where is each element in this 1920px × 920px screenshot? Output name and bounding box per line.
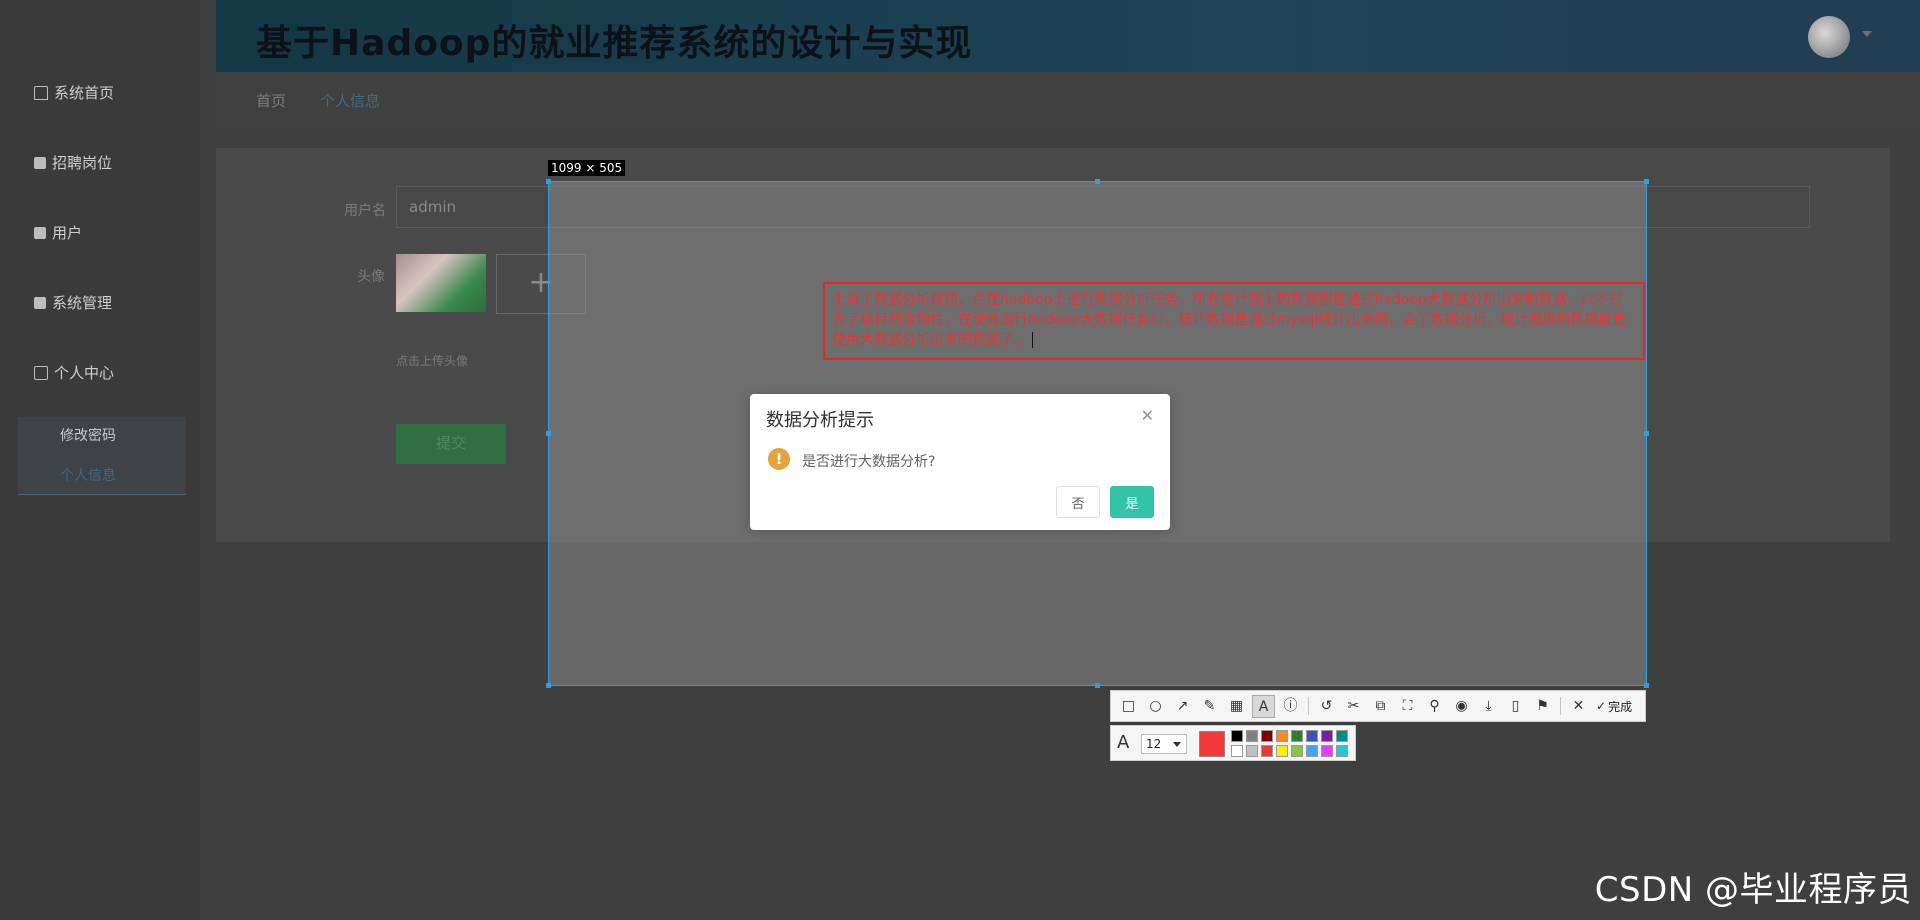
resize-handle[interactable] bbox=[1095, 179, 1100, 184]
chevron-down-icon bbox=[1173, 742, 1181, 747]
submenu-item-profile[interactable]: 个人信息 bbox=[60, 465, 116, 485]
avatar-thumbnail[interactable] bbox=[396, 254, 486, 312]
username-label: 用户名 bbox=[344, 203, 386, 219]
breadcrumb: 首页 个人信息 bbox=[216, 72, 1920, 128]
dialog-title: 数据分析提示 bbox=[766, 410, 874, 431]
close-icon[interactable]: ✕ bbox=[1141, 406, 1154, 425]
rectangle-icon[interactable]: □ bbox=[1117, 695, 1140, 718]
submit-button[interactable]: 提交 bbox=[396, 424, 506, 464]
resize-handle[interactable] bbox=[546, 179, 551, 184]
arrow-icon[interactable]: ↗ bbox=[1171, 695, 1194, 718]
cancel-button[interactable]: 否 bbox=[1056, 486, 1100, 518]
watermark: CSDN @毕业程序员 bbox=[1594, 870, 1912, 910]
sidebar-item-label: 系统首页 bbox=[54, 84, 115, 102]
translate-icon[interactable]: ⧉ bbox=[1369, 695, 1392, 718]
sidebar-item-home[interactable]: 系统首页 bbox=[34, 82, 114, 103]
app-title: 基于Hadoop的就业推荐系统的设计与实现 bbox=[256, 23, 973, 64]
resize-handle[interactable] bbox=[546, 683, 551, 688]
resize-handle[interactable] bbox=[1644, 179, 1649, 184]
text-style-bar: A 12 bbox=[1110, 725, 1356, 761]
breadcrumb-home[interactable]: 首页 bbox=[256, 90, 286, 111]
done-label: 完成 bbox=[1608, 699, 1633, 714]
toolbox-icon bbox=[34, 296, 46, 309]
mosaic-icon[interactable]: ▦ bbox=[1225, 695, 1248, 718]
resize-handle[interactable] bbox=[1095, 683, 1100, 688]
chevron-down-icon[interactable] bbox=[1862, 31, 1872, 37]
download-icon[interactable]: ⤓ bbox=[1477, 695, 1500, 718]
scan-icon[interactable]: ⛶ bbox=[1396, 695, 1419, 718]
sidebar-item-label: 用户 bbox=[52, 224, 83, 242]
avatar-label: 头像 bbox=[357, 269, 385, 285]
phone-icon[interactable]: ▯ bbox=[1504, 695, 1527, 718]
undo-icon[interactable]: ↺ bbox=[1315, 695, 1338, 718]
avatar[interactable] bbox=[1808, 16, 1850, 58]
confirm-button[interactable]: 是 bbox=[1110, 486, 1154, 518]
color-swatch[interactable] bbox=[1261, 745, 1273, 757]
text-tool-icon[interactable]: A bbox=[1252, 694, 1275, 718]
selection-size-label: 1099 × 505 bbox=[548, 160, 626, 176]
app-header: 基于Hadoop的就业推荐系统的设计与实现 bbox=[216, 0, 1920, 72]
resize-handle[interactable] bbox=[546, 431, 551, 436]
current-color-swatch[interactable] bbox=[1199, 731, 1225, 757]
color-swatch[interactable] bbox=[1276, 745, 1288, 757]
pencil-icon[interactable]: ✎ bbox=[1198, 695, 1221, 718]
color-swatch[interactable] bbox=[1231, 730, 1243, 742]
color-swatch[interactable] bbox=[1291, 730, 1303, 742]
annotation-text: 上点了数据分析按钮，会在hadoop上进行数据分析任务，所有统计图上的数据都是通… bbox=[832, 292, 1627, 348]
briefcase-icon bbox=[34, 156, 46, 169]
color-swatch[interactable] bbox=[1231, 745, 1243, 757]
color-swatch[interactable] bbox=[1336, 745, 1348, 757]
color-swatch[interactable] bbox=[1246, 730, 1258, 742]
sidebar-item-users[interactable]: 用户 bbox=[34, 222, 82, 243]
color-swatch[interactable] bbox=[1246, 745, 1258, 757]
record-icon[interactable]: ◉ bbox=[1450, 695, 1473, 718]
sidebar-item-label: 招聘岗位 bbox=[52, 154, 113, 172]
color-swatch[interactable] bbox=[1306, 730, 1318, 742]
bookmark-icon[interactable]: ⚑ bbox=[1531, 695, 1554, 718]
toolbar-divider bbox=[1308, 697, 1309, 715]
sidebar: 系统首页 招聘岗位 用户 系统管理 个人中心 修改密码 个人信息 bbox=[0, 0, 200, 920]
done-button[interactable]: ✓ 完成 bbox=[1596, 698, 1632, 715]
sidebar-item-personal-center[interactable]: 个人中心 bbox=[34, 362, 114, 383]
color-swatch[interactable] bbox=[1291, 745, 1303, 757]
font-size-value: 12 bbox=[1146, 737, 1162, 751]
resize-handle[interactable] bbox=[1644, 683, 1649, 688]
scissors-icon[interactable]: ✂ bbox=[1342, 695, 1365, 718]
color-swatch[interactable] bbox=[1306, 745, 1318, 757]
color-swatch[interactable] bbox=[1276, 730, 1288, 742]
home-icon bbox=[34, 85, 48, 100]
font-size-select[interactable]: 12 bbox=[1141, 734, 1187, 754]
sidebar-item-label: 系统管理 bbox=[52, 294, 113, 312]
confirm-dialog: 数据分析提示 ✕ ! 是否进行大数据分析? 否 是 bbox=[750, 394, 1170, 530]
sidebar-item-jobs[interactable]: 招聘岗位 bbox=[34, 152, 112, 173]
warning-icon: ! bbox=[768, 448, 790, 470]
toolbar-divider bbox=[1560, 697, 1561, 715]
submenu-item-change-password[interactable]: 修改密码 bbox=[60, 425, 116, 445]
calendar-icon bbox=[34, 365, 48, 380]
personal-center-submenu: 修改密码 个人信息 bbox=[18, 417, 186, 495]
capture-toolbar: □ ○ ↗ ✎ ▦ A ⓘ ↺ ✂ ⧉ ⛶ ⚲ ◉ ⤓ ▯ ⚑ ✕ ✓ 完成 bbox=[1110, 690, 1646, 722]
sidebar-item-label: 个人中心 bbox=[54, 364, 115, 382]
close-icon[interactable]: ✕ bbox=[1567, 695, 1590, 718]
chat-icon bbox=[34, 226, 46, 239]
resize-handle[interactable] bbox=[1644, 431, 1649, 436]
color-swatch[interactable] bbox=[1336, 730, 1348, 742]
color-palette bbox=[1231, 730, 1349, 758]
sidebar-item-system[interactable]: 系统管理 bbox=[34, 292, 112, 313]
font-icon: A bbox=[1117, 732, 1130, 753]
dialog-message: 是否进行大数据分析? bbox=[802, 454, 936, 470]
color-swatch[interactable] bbox=[1321, 730, 1333, 742]
breadcrumb-current: 个人信息 bbox=[320, 92, 381, 110]
color-swatch[interactable] bbox=[1261, 730, 1273, 742]
number-marker-icon[interactable]: ⓘ bbox=[1279, 695, 1302, 718]
upload-tip: 点击上传头像 bbox=[396, 354, 469, 368]
color-swatch[interactable] bbox=[1321, 745, 1333, 757]
text-cursor bbox=[1032, 332, 1033, 348]
text-annotation[interactable]: 上点了数据分析按钮，会在hadoop上进行数据分析任务，所有统计图上的数据都是通… bbox=[823, 282, 1645, 360]
ellipse-icon[interactable]: ○ bbox=[1144, 695, 1167, 718]
pin-icon[interactable]: ⚲ bbox=[1423, 695, 1446, 718]
check-icon: ✓ bbox=[1596, 699, 1607, 713]
